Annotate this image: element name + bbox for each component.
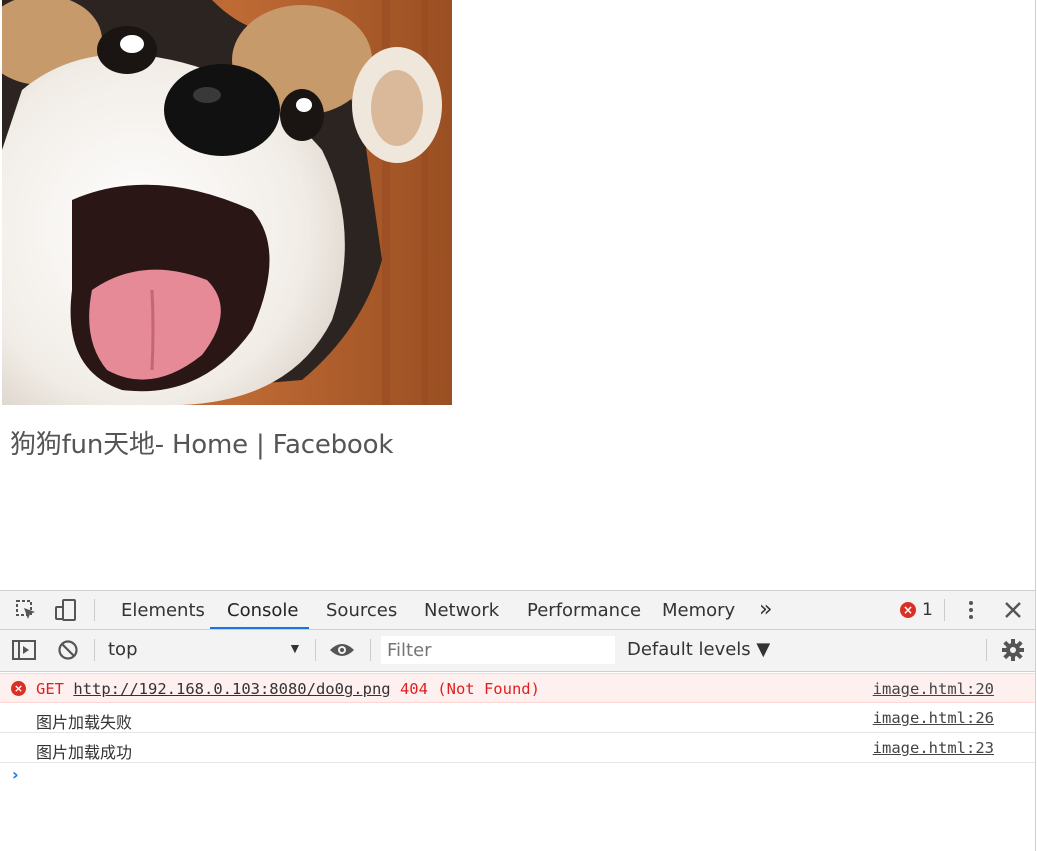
request-url-link[interactable]: http://192.168.0.103:8080/do0g.png xyxy=(73,680,390,698)
error-count-badge[interactable]: × 1 xyxy=(900,600,933,620)
dog-photo xyxy=(2,0,452,405)
tab-memory[interactable]: Memory xyxy=(645,591,752,629)
tab-elements[interactable]: Elements xyxy=(104,591,222,629)
console-prompt-chevron-icon[interactable]: › xyxy=(12,765,19,784)
request-method: GET xyxy=(36,680,64,698)
tab-network[interactable]: Network xyxy=(407,591,516,629)
tab-console[interactable]: Console xyxy=(210,591,309,629)
tab-performance[interactable]: Performance xyxy=(510,591,658,629)
console-log-row: 图片加载失败 image.html:26 xyxy=(0,703,1035,733)
error-icon: × xyxy=(11,681,26,696)
close-devtools-icon[interactable] xyxy=(1000,591,1026,629)
filter-input[interactable] xyxy=(381,636,615,664)
show-sidebar-icon[interactable] xyxy=(10,630,38,670)
log-message: 图片加载成功 xyxy=(36,743,133,762)
context-dropdown-arrow-icon[interactable]: ▼ xyxy=(288,640,302,656)
error-message: GET http://192.168.0.103:8080/do0g.png 4… xyxy=(36,680,540,698)
log-message: 图片加载失败 xyxy=(36,713,133,732)
source-link[interactable]: image.html:26 xyxy=(873,709,994,727)
error-icon: × xyxy=(900,602,916,618)
clear-console-icon[interactable] xyxy=(54,630,82,670)
live-expression-eye-icon[interactable] xyxy=(326,630,358,670)
console-settings-gear-icon[interactable] xyxy=(998,630,1028,670)
console-toolbar: top ▼ Default levels ▼ xyxy=(0,630,1035,672)
inspect-element-icon[interactable] xyxy=(12,591,40,629)
tab-sources[interactable]: Sources xyxy=(309,591,414,629)
device-toolbar-icon[interactable] xyxy=(52,591,80,629)
devtools-panel: Elements Console Sources Network Perform… xyxy=(0,590,1036,851)
more-options-icon[interactable] xyxy=(958,591,984,629)
error-count: 1 xyxy=(922,600,933,620)
console-error-row: × GET http://192.168.0.103:8080/do0g.png… xyxy=(0,673,1035,703)
request-status: 404 (Not Found) xyxy=(399,680,540,698)
devtools-main-toolbar: Elements Console Sources Network Perform… xyxy=(0,590,1035,630)
page-caption: 狗狗fun天地- Home | Facebook xyxy=(10,430,394,460)
webpage-area: 狗狗fun天地- Home | Facebook xyxy=(0,0,1036,590)
dog-photo-illustration xyxy=(2,0,452,405)
source-link[interactable]: image.html:23 xyxy=(873,739,994,757)
console-log-row: 图片加载成功 image.html:23 xyxy=(0,733,1035,763)
context-selector[interactable]: top xyxy=(108,638,308,662)
more-tabs-icon[interactable]: » xyxy=(742,591,789,629)
log-levels-dropdown[interactable]: Default levels ▼ xyxy=(627,638,770,662)
source-link[interactable]: image.html:20 xyxy=(873,680,994,698)
